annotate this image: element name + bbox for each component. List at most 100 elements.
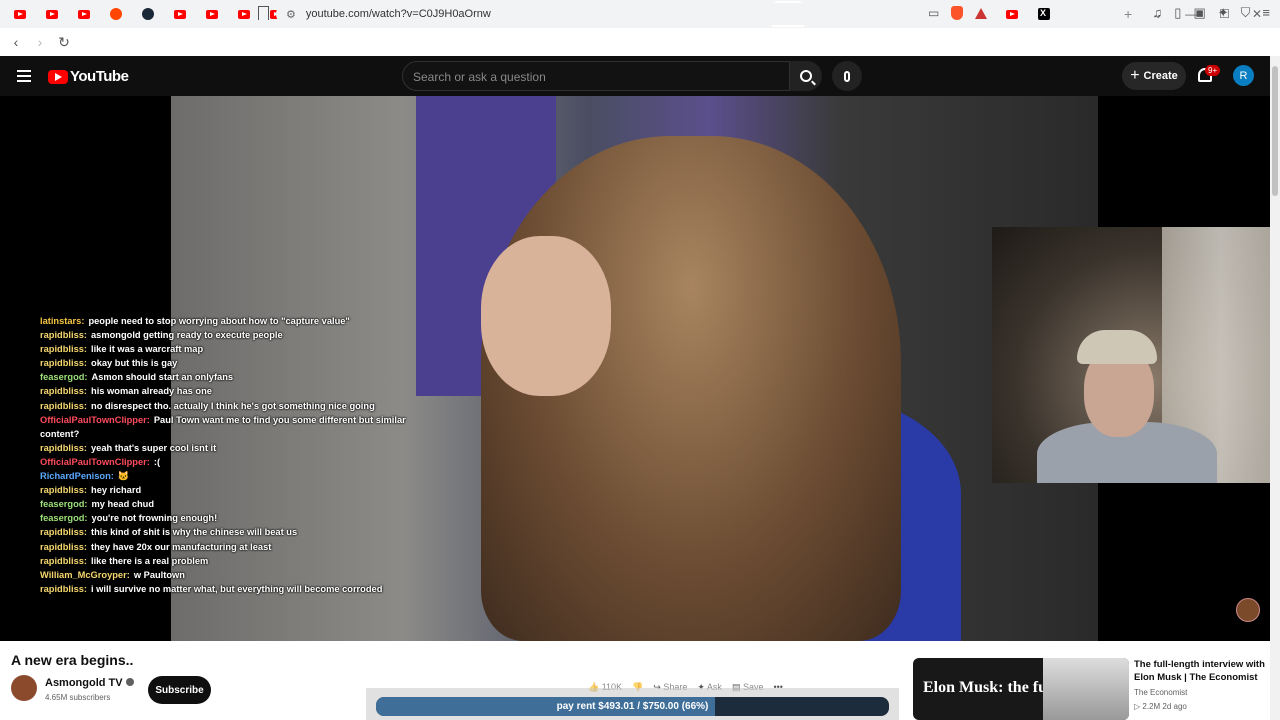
youtube-header: YouTube Search or ask a question + Creat… — [0, 56, 1270, 96]
browser-tab[interactable] — [196, 1, 228, 27]
chat-username: feasergod: — [40, 372, 88, 383]
chat-text: my head chud — [91, 499, 155, 510]
reload-icon[interactable]: ↻ — [54, 32, 74, 52]
chat-username: rapidbliss: — [40, 400, 88, 411]
browser-tab[interactable] — [164, 1, 196, 27]
steam-favicon-icon — [142, 8, 154, 20]
browser-tab[interactable] — [996, 1, 1028, 27]
chat-username: rapidbliss: — [40, 358, 88, 369]
browser-toolbar: ‹ › ↻ — [0, 28, 1280, 56]
chat-username: rapidbliss: — [40, 330, 88, 341]
chat-message: rapidbliss: they have 20x our manufacturi… — [40, 540, 410, 554]
wallet-icon[interactable]: ▣ — [1193, 5, 1205, 21]
page-scrollbar[interactable] — [1270, 56, 1280, 720]
chat-text: like it was a warcraft map — [91, 344, 204, 355]
account-avatar[interactable]: R — [1233, 65, 1254, 86]
facecam-overlay — [992, 227, 1270, 483]
channel-name-text: Asmongold TV — [45, 677, 123, 689]
chat-username: rapidbliss: — [40, 442, 88, 453]
video-info-section: A new era begins.. Asmongold TV 4.65M su… — [0, 641, 1270, 720]
x-favicon-icon — [1038, 8, 1050, 20]
bookmark-icon[interactable] — [258, 6, 269, 20]
browser-tab[interactable] — [100, 1, 132, 27]
site-info-icon[interactable]: ⚙ — [286, 8, 296, 21]
back-icon[interactable]: ‹ — [6, 32, 26, 52]
media-icon[interactable]: ♫ — [1153, 5, 1163, 21]
subscribe-button[interactable]: Subscribe — [148, 676, 211, 704]
channel-avatar[interactable] — [11, 675, 37, 701]
youtube-favicon-icon — [206, 9, 218, 19]
chat-username: rapidbliss: — [40, 527, 88, 538]
forward-icon[interactable]: › — [30, 32, 50, 52]
browser-tab[interactable] — [1028, 1, 1060, 27]
chat-text: i will survive no matter what, but every… — [91, 583, 383, 594]
subscriber-count: 4.65M subscribers — [45, 693, 111, 702]
chat-text: you're not frowning enough! — [91, 513, 218, 524]
chat-message: latinstars: people need to stop worrying … — [40, 314, 410, 328]
hamburger-menu-icon[interactable] — [17, 70, 31, 85]
chat-username: feasergod: — [40, 499, 88, 510]
vpn-icon[interactable]: ⛉ — [1241, 5, 1251, 21]
youtube-favicon-icon — [78, 9, 90, 19]
chat-username: rapidbliss: — [40, 344, 88, 355]
create-button[interactable]: + Create — [1122, 62, 1186, 90]
chat-username: rapidbliss: — [40, 555, 88, 566]
chat-message: OfficialPaulTownClipper: Paul Town want m… — [40, 413, 410, 441]
browser-tab[interactable] — [132, 1, 164, 27]
video-player[interactable]: latinstars: people need to stop worrying … — [0, 96, 1270, 641]
recommended-video-meta: ▷ 2.2M 2d ago — [1134, 702, 1187, 711]
create-label: Create — [1143, 70, 1178, 82]
new-tab-button[interactable]: + — [1124, 6, 1132, 22]
chat-text: his woman already has one — [91, 386, 212, 397]
channel-name[interactable]: Asmongold TV — [45, 677, 134, 689]
chat-message: rapidbliss: asmongold getting ready to ex… — [40, 328, 410, 342]
chat-text: hey richard — [91, 485, 142, 496]
address-bar-actions: ▭ — [928, 6, 988, 20]
chat-message: RichardPenison: 🐱 — [40, 469, 410, 483]
browser-tab[interactable] — [4, 1, 36, 27]
youtube-favicon-icon — [1006, 9, 1018, 19]
chat-username: RichardPenison: — [40, 471, 114, 482]
scrollbar-thumb[interactable] — [1272, 66, 1278, 196]
browser-tab[interactable] — [36, 1, 68, 27]
leo-icon[interactable]: ✦ — [1218, 5, 1229, 21]
chat-text: this kind of shit is why the chinese wil… — [91, 527, 298, 538]
chat-message: rapidbliss: like it was a warcraft map — [40, 342, 410, 356]
chat-text: okay but this is gay — [91, 358, 178, 369]
youtube-favicon-icon — [14, 9, 26, 19]
brave-rewards-icon[interactable] — [975, 7, 988, 19]
chat-message: rapidbliss: this kind of shit is why the … — [40, 525, 410, 539]
chat-username: OfficialPaulTownClipper: — [40, 456, 150, 467]
brave-shields-icon[interactable] — [951, 6, 964, 20]
youtube-play-icon — [48, 69, 68, 84]
chat-message: rapidbliss: hey richard — [40, 483, 410, 497]
cast-icon[interactable]: ▭ — [928, 6, 939, 20]
voice-search-button[interactable] — [832, 61, 862, 91]
chat-text: they have 20x our manufacturing at least — [91, 541, 272, 552]
youtube-favicon-icon — [238, 9, 250, 19]
address-bar[interactable]: ⚙ youtube.com/watch?v=C0J9H0aOrnw — [276, 3, 1000, 25]
chat-text: like there is a real problem — [91, 555, 209, 566]
chat-message: feasergod: Asmon should start an onlyfans — [40, 370, 410, 384]
stream-chat-overlay: latinstars: people need to stop worrying … — [40, 314, 410, 596]
chat-message: rapidbliss: i will survive no matter what… — [40, 582, 410, 596]
chat-message: OfficialPaulTownClipper::( — [40, 455, 410, 469]
channel-watermark-icon[interactable] — [1236, 598, 1260, 622]
verified-icon — [125, 678, 134, 686]
recommended-video-title[interactable]: The full-length interview with Elon Musk… — [1134, 658, 1268, 684]
chat-message: rapidbliss: yeah that's super cool isnt i… — [40, 441, 410, 455]
video-title: A new era begins.. — [11, 652, 134, 668]
search-button[interactable] — [790, 61, 822, 91]
recommended-video-channel[interactable]: The Economist — [1134, 688, 1187, 697]
recommended-video-thumbnail[interactable]: Elon Musk: the full-length — [913, 658, 1129, 720]
rent-goal-progress-bar: pay rent $493.01 / $750.00 (66%) — [376, 697, 889, 716]
youtube-logo[interactable]: YouTube — [48, 68, 129, 85]
browser-tab[interactable] — [228, 1, 260, 27]
menu-icon[interactable]: ≡ — [1262, 5, 1270, 21]
chat-username: latinstars: — [40, 316, 85, 326]
search-input[interactable]: Search or ask a question — [402, 61, 790, 91]
thumbnail-person — [1043, 658, 1129, 720]
sidebar-icon[interactable]: ▯ — [1174, 5, 1181, 21]
chat-text: :( — [153, 456, 161, 467]
browser-tab[interactable] — [68, 1, 100, 27]
